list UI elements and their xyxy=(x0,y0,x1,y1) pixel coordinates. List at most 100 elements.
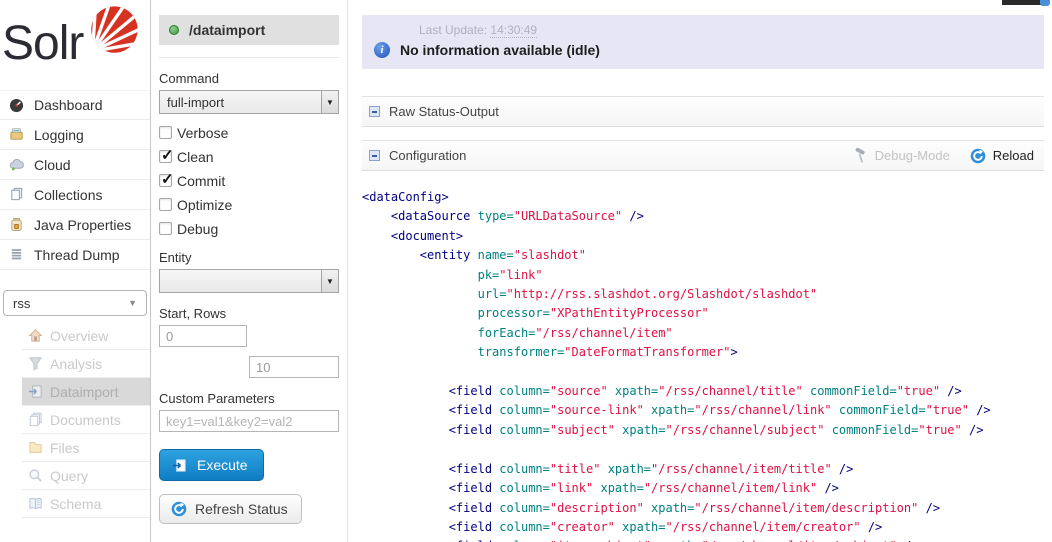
entity-select[interactable]: ▼ xyxy=(159,269,339,293)
select-arrow-icon[interactable]: ▼ xyxy=(321,270,338,292)
overview-icon xyxy=(27,328,44,343)
main-nav: Dashboard Logging Cloud Collections Java Pro… xyxy=(0,90,150,270)
core-nav: Overview Analysis Dataimport Documents Files… xyxy=(0,322,150,518)
option-clean[interactable]: Clean xyxy=(159,149,339,165)
browser-artifact xyxy=(1002,0,1042,5)
code-line: url="http://rss.slashdot.org/Slashdot/sl… xyxy=(362,285,1044,304)
code-line: <field column="creator" xpath="/rss/chan… xyxy=(362,518,1044,537)
code-line: <dataSource type="URLDataSource" /> xyxy=(362,207,1044,226)
status-message: No information available (idle) xyxy=(400,42,600,58)
configuration-section-header[interactable]: Configuration Debug-Mode Reload xyxy=(362,140,1044,171)
select-arrow-icon[interactable]: ▼ xyxy=(321,91,338,113)
sidebar-item-thread-dump[interactable]: Thread Dump xyxy=(0,240,150,270)
last-update: Last Update: 14:30:49 xyxy=(362,23,1044,37)
option-label: Commit xyxy=(177,173,225,189)
option-debug[interactable]: Debug xyxy=(159,221,339,237)
command-label: Command xyxy=(159,71,339,86)
option-verbose[interactable]: Verbose xyxy=(159,125,339,141)
start-input[interactable] xyxy=(159,325,247,347)
execute-button-label: Execute xyxy=(197,457,248,473)
sidebar-item-label: Logging xyxy=(34,127,84,143)
sidebar-item-label: Thread Dump xyxy=(34,247,120,263)
hammer-icon xyxy=(852,147,869,164)
command-options: Verbose Clean Commit Optimize Debug xyxy=(159,125,339,237)
sidebar-item-label: Dashboard xyxy=(34,97,103,113)
core-nav-item-documents[interactable]: Documents xyxy=(22,406,150,434)
sidebar-item-java-properties[interactable]: Java Properties xyxy=(0,210,150,240)
analysis-icon xyxy=(27,356,44,371)
sidebar: Solr Dashboard Logging Cloud Collections Jav… xyxy=(0,0,151,542)
optimize-checkbox[interactable] xyxy=(159,198,172,211)
core-nav-item-label: Dataimport xyxy=(50,384,118,400)
java-properties-icon xyxy=(8,217,25,232)
raw-status-section-header[interactable]: Raw Status-Output xyxy=(362,96,1044,127)
option-optimize[interactable]: Optimize xyxy=(159,197,339,213)
dashboard-icon xyxy=(8,98,25,113)
custom-parameters-label: Custom Parameters xyxy=(159,391,339,406)
import-icon xyxy=(171,458,188,473)
code-line: transformer="DateFormatTransformer"> xyxy=(362,343,1044,362)
code-line: forEach="/rss/channel/item" xyxy=(362,324,1044,343)
command-select[interactable]: full-import ▼ xyxy=(159,90,339,114)
core-nav-item-files[interactable]: Files xyxy=(22,434,150,462)
code-line: <field column="item-subject" xpath="/rss… xyxy=(362,537,1044,542)
code-line xyxy=(362,363,1044,382)
code-line: <dataConfig> xyxy=(362,188,1044,207)
info-icon: i xyxy=(374,42,390,58)
commit-checkbox[interactable] xyxy=(159,174,172,187)
sidebar-item-label: Collections xyxy=(34,187,102,203)
browser-artifact-icon xyxy=(1040,0,1050,6)
clean-checkbox[interactable] xyxy=(159,150,172,163)
sidebar-item-logging[interactable]: Logging xyxy=(0,120,150,150)
debug-mode-label: Debug-Mode xyxy=(875,148,950,163)
reload-icon xyxy=(970,148,987,164)
code-line xyxy=(362,440,1044,459)
execute-button[interactable]: Execute xyxy=(159,449,264,481)
debug-mode-button[interactable]: Debug-Mode xyxy=(852,147,950,164)
core-nav-item-query[interactable]: Query xyxy=(22,462,150,490)
refresh-status-button[interactable]: Refresh Status xyxy=(159,494,302,524)
start-rows-label: Start, Rows xyxy=(159,306,339,321)
thread-dump-icon xyxy=(8,247,25,262)
core-nav-item-label: Documents xyxy=(50,412,121,428)
collapse-icon[interactable] xyxy=(369,150,380,161)
core-nav-item-dataimport[interactable]: Dataimport xyxy=(22,378,150,406)
status-content: Last Update: 14:30:49 i No information a… xyxy=(348,0,1052,542)
core-nav-item-label: Analysis xyxy=(50,356,102,372)
option-commit[interactable]: Commit xyxy=(159,173,339,189)
core-nav-item-overview[interactable]: Overview xyxy=(22,322,150,350)
sidebar-item-collections[interactable]: Collections xyxy=(0,180,150,210)
verbose-checkbox[interactable] xyxy=(159,126,172,139)
option-label: Verbose xyxy=(177,125,228,141)
core-nav-item-label: Query xyxy=(50,468,88,484)
core-nav-item-label: Files xyxy=(50,440,80,456)
code-line: <field column="description" xpath="/rss/… xyxy=(362,499,1044,518)
collapse-icon[interactable] xyxy=(369,106,380,117)
configuration-section-title: Configuration xyxy=(389,148,466,163)
code-line: <document> xyxy=(362,227,1044,246)
logging-icon xyxy=(8,127,25,142)
command-select-value: full-import xyxy=(167,95,224,110)
debug-checkbox[interactable] xyxy=(159,222,172,235)
code-line: <entity name="slashdot" xyxy=(362,246,1044,265)
option-label: Optimize xyxy=(177,197,232,213)
cloud-icon xyxy=(8,157,25,172)
code-line: <field column="link" xpath="/rss/channel… xyxy=(362,479,1044,498)
core-selector-value: rss xyxy=(13,296,30,311)
sidebar-item-label: Java Properties xyxy=(34,217,131,233)
core-nav-item-analysis[interactable]: Analysis xyxy=(22,350,150,378)
schema-icon xyxy=(27,496,44,511)
core-nav-item-schema[interactable]: Schema xyxy=(22,490,150,518)
core-selector[interactable]: rss ▼ xyxy=(3,290,147,316)
sidebar-item-dashboard[interactable]: Dashboard xyxy=(0,90,150,120)
solr-sunburst-icon xyxy=(84,2,142,60)
solr-logo[interactable]: Solr xyxy=(0,0,150,90)
status-message-row: i No information available (idle) xyxy=(362,42,1044,58)
configuration-actions: Debug-Mode Reload xyxy=(852,147,1034,164)
reload-button[interactable]: Reload xyxy=(970,148,1034,164)
rows-input[interactable] xyxy=(249,356,339,378)
sidebar-item-cloud[interactable]: Cloud xyxy=(0,150,150,180)
custom-parameters-input[interactable] xyxy=(159,410,339,432)
status-info-bar: Last Update: 14:30:49 i No information a… xyxy=(362,15,1044,69)
core-nav-item-label: Schema xyxy=(50,496,101,512)
